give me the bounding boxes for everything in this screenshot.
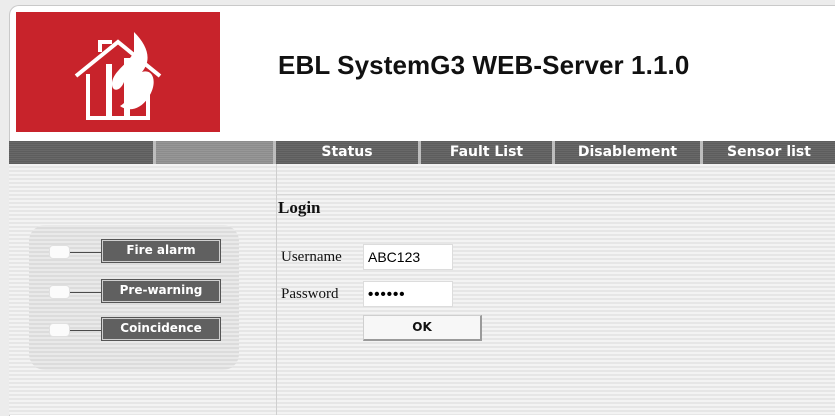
login-heading: Login: [278, 198, 321, 217]
logo: [16, 12, 220, 132]
connector-line: [70, 292, 102, 293]
page-title: EBL SystemG3 WEB-Server 1.1.0: [278, 50, 690, 80]
fire-alarm-led-icon: [49, 245, 70, 259]
coincidence-led-icon: [49, 323, 70, 337]
nav-divider: [153, 141, 156, 164]
connector-line: [70, 252, 102, 253]
nav-bar: Status Fault List Disablement Sensor lis…: [9, 141, 835, 164]
coincidence-button[interactable]: Coincidence: [101, 317, 221, 341]
password-label: Password: [281, 286, 339, 302]
pre-warning-led-icon: [49, 285, 70, 299]
fire-house-logo-icon: [74, 32, 162, 120]
tab-fault-list[interactable]: Fault List: [421, 141, 552, 164]
tab-status[interactable]: Status: [276, 141, 418, 164]
divider: [276, 164, 277, 415]
username-label: Username: [281, 249, 342, 265]
fire-alarm-button[interactable]: Fire alarm: [101, 239, 221, 263]
pre-warning-button[interactable]: Pre-warning: [101, 279, 221, 303]
ok-button[interactable]: OK: [363, 315, 482, 341]
password-input[interactable]: ••••••: [363, 281, 453, 307]
connector-line: [70, 330, 102, 331]
nav-spacer: [156, 141, 273, 164]
divider: [276, 194, 835, 195]
tab-sensor-list[interactable]: Sensor list: [703, 141, 835, 164]
tab-disablement[interactable]: Disablement: [555, 141, 700, 164]
username-input[interactable]: [363, 244, 453, 270]
